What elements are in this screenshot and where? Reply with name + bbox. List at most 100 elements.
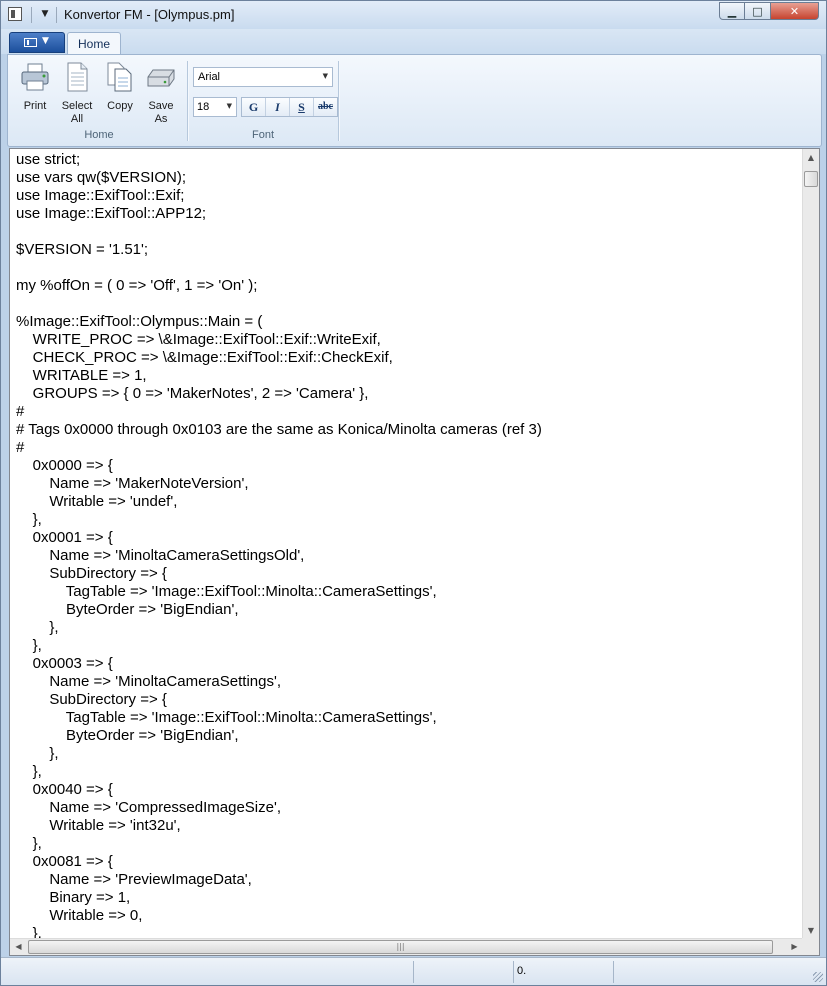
- quick-access-separator: [31, 7, 32, 23]
- code-line: 0x0040 => {: [16, 781, 113, 798]
- code-line: 0x0003 => {: [16, 655, 113, 672]
- code-line: my %offOn = ( 0 => 'Off', 1 => 'On' );: [16, 277, 258, 294]
- vertical-scrollbar[interactable]: ▲ ▼: [802, 149, 819, 939]
- printer-icon: [21, 63, 49, 91]
- italic-button[interactable]: I: [266, 98, 290, 116]
- code-line: 0x0081 => {: [16, 853, 113, 870]
- quick-access-separator-2: [56, 7, 57, 23]
- tab-home[interactable]: Home: [67, 32, 121, 55]
- save-as-label-2: As: [154, 113, 168, 125]
- app-window: ▼ Konvertor FM - [Olympus.pm] ▁ □ ✕ ▼ Ho…: [0, 0, 827, 986]
- code-line: $VERSION = '1.51';: [16, 241, 149, 258]
- window-controls: ▁ □ ✕: [719, 2, 819, 21]
- vertical-scroll-thumb[interactable]: [804, 171, 818, 187]
- horizontal-scroll-thumb[interactable]: |||: [28, 940, 773, 954]
- print-label: Print: [23, 100, 47, 112]
- app-system-icon[interactable]: [8, 7, 22, 21]
- code-line: SubDirectory => {: [16, 691, 167, 708]
- select-all-label-2: All: [70, 113, 84, 125]
- select-all-icon: [67, 62, 88, 92]
- code-line: #: [16, 403, 25, 420]
- underline-button[interactable]: S: [290, 98, 314, 116]
- code-line: },: [16, 511, 42, 528]
- code-line: Binary => 1,: [16, 889, 131, 906]
- bold-button[interactable]: G: [242, 98, 266, 116]
- scroll-down-icon[interactable]: ▼: [803, 922, 819, 939]
- code-line: TagTable => 'Image::ExifTool::Minolta::C…: [16, 583, 437, 600]
- chevron-down-icon: ▼: [226, 102, 232, 110]
- code-line: #: [16, 439, 25, 456]
- code-line: use strict;: [16, 151, 81, 168]
- code-line: ByteOrder => 'BigEndian',: [16, 727, 239, 744]
- format-buttons: G I S abc: [241, 97, 338, 117]
- scroll-left-icon[interactable]: ◀: [10, 939, 27, 955]
- code-line: Name => 'PreviewImageData',: [16, 871, 252, 888]
- cursor-position: 0.: [517, 965, 527, 977]
- group-separator: [187, 61, 188, 141]
- select-all-label-1: Select: [61, 100, 93, 112]
- horizontal-scrollbar[interactable]: ◀ ||| ▶: [10, 938, 803, 955]
- save-as-label-1: Save: [148, 100, 174, 112]
- scroll-up-icon[interactable]: ▲: [803, 149, 819, 166]
- code-line: %Image::ExifTool::Olympus::Main = (: [16, 313, 263, 330]
- copy-button[interactable]: Copy: [103, 61, 137, 113]
- font-size-combobox[interactable]: 18 ▼: [193, 97, 237, 117]
- disk-drive-icon: [147, 69, 175, 87]
- code-line: Name => 'MinoltaCameraSettings',: [16, 673, 282, 690]
- save-as-button[interactable]: Save As: [143, 61, 179, 126]
- code-line: WRITABLE => 1,: [16, 367, 147, 384]
- minimize-button[interactable]: ▁: [719, 2, 745, 20]
- code-line: },: [16, 619, 59, 636]
- copy-label: Copy: [107, 100, 133, 112]
- font-name-value: Arial: [198, 71, 221, 83]
- chevron-down-icon: ▼: [42, 36, 49, 46]
- maximize-button[interactable]: □: [745, 2, 771, 20]
- font-group-label: Font: [251, 129, 274, 141]
- editor-content[interactable]: use strict; use vars qw($VERSION); use Ima…: [16, 151, 542, 943]
- code-line: use Image::ExifTool::APP12;: [16, 205, 207, 222]
- status-bar: 0.: [1, 957, 826, 985]
- code-line: Writable => 'int32u',: [16, 817, 181, 834]
- font-size-value: 18: [197, 101, 210, 113]
- ribbon-tab-bar: [1, 29, 826, 54]
- application-menu-button[interactable]: ▼: [9, 32, 65, 53]
- status-separator: [513, 961, 514, 983]
- close-button[interactable]: ✕: [771, 2, 819, 20]
- select-all-button[interactable]: Select All: [59, 61, 95, 126]
- code-line: use vars qw($VERSION);: [16, 169, 187, 186]
- status-separator: [613, 961, 614, 983]
- code-line: GROUPS => { 0 => 'MakerNotes', 2 => 'Cam…: [16, 385, 369, 402]
- strikethrough-button[interactable]: abc: [314, 98, 337, 116]
- code-line: },: [16, 637, 42, 654]
- font-name-combobox[interactable]: Arial ▼: [193, 67, 333, 87]
- scroll-corner: [802, 938, 819, 955]
- code-line: },: [16, 763, 42, 780]
- home-group-label: Home: [84, 129, 114, 141]
- quick-access-dropdown-icon[interactable]: ▼: [38, 8, 52, 20]
- copy-icon: [107, 62, 132, 92]
- menu-icon: [24, 38, 37, 47]
- code-line: Name => 'CompressedImageSize',: [16, 799, 282, 816]
- code-line: 0x0000 => {: [16, 457, 113, 474]
- code-line: use Image::ExifTool::Exif;: [16, 187, 185, 204]
- scroll-right-icon[interactable]: ▶: [786, 939, 803, 955]
- text-editor[interactable]: use strict; use vars qw($VERSION); use Ima…: [9, 148, 820, 956]
- code-line: },: [16, 835, 42, 852]
- code-line: WRITE_PROC => \&Image::ExifTool::Exif::W…: [16, 331, 381, 348]
- code-line: 0x0001 => {: [16, 529, 113, 546]
- code-line: SubDirectory => {: [16, 565, 167, 582]
- print-button[interactable]: Print: [18, 61, 52, 113]
- code-line: Writable => 'undef',: [16, 493, 178, 510]
- code-line: CHECK_PROC => \&Image::ExifTool::Exif::C…: [16, 349, 393, 366]
- code-line: # Tags 0x0000 through 0x0103 are the sam…: [16, 421, 542, 438]
- group-separator: [338, 61, 339, 141]
- code-line: ByteOrder => 'BigEndian',: [16, 601, 239, 618]
- code-line: Name => 'MinoltaCameraSettingsOld',: [16, 547, 305, 564]
- code-line: Writable => 0,: [16, 907, 143, 924]
- code-line: Name => 'MakerNoteVersion',: [16, 475, 249, 492]
- code-line: TagTable => 'Image::ExifTool::Minolta::C…: [16, 709, 437, 726]
- resize-grip-icon[interactable]: [813, 972, 823, 982]
